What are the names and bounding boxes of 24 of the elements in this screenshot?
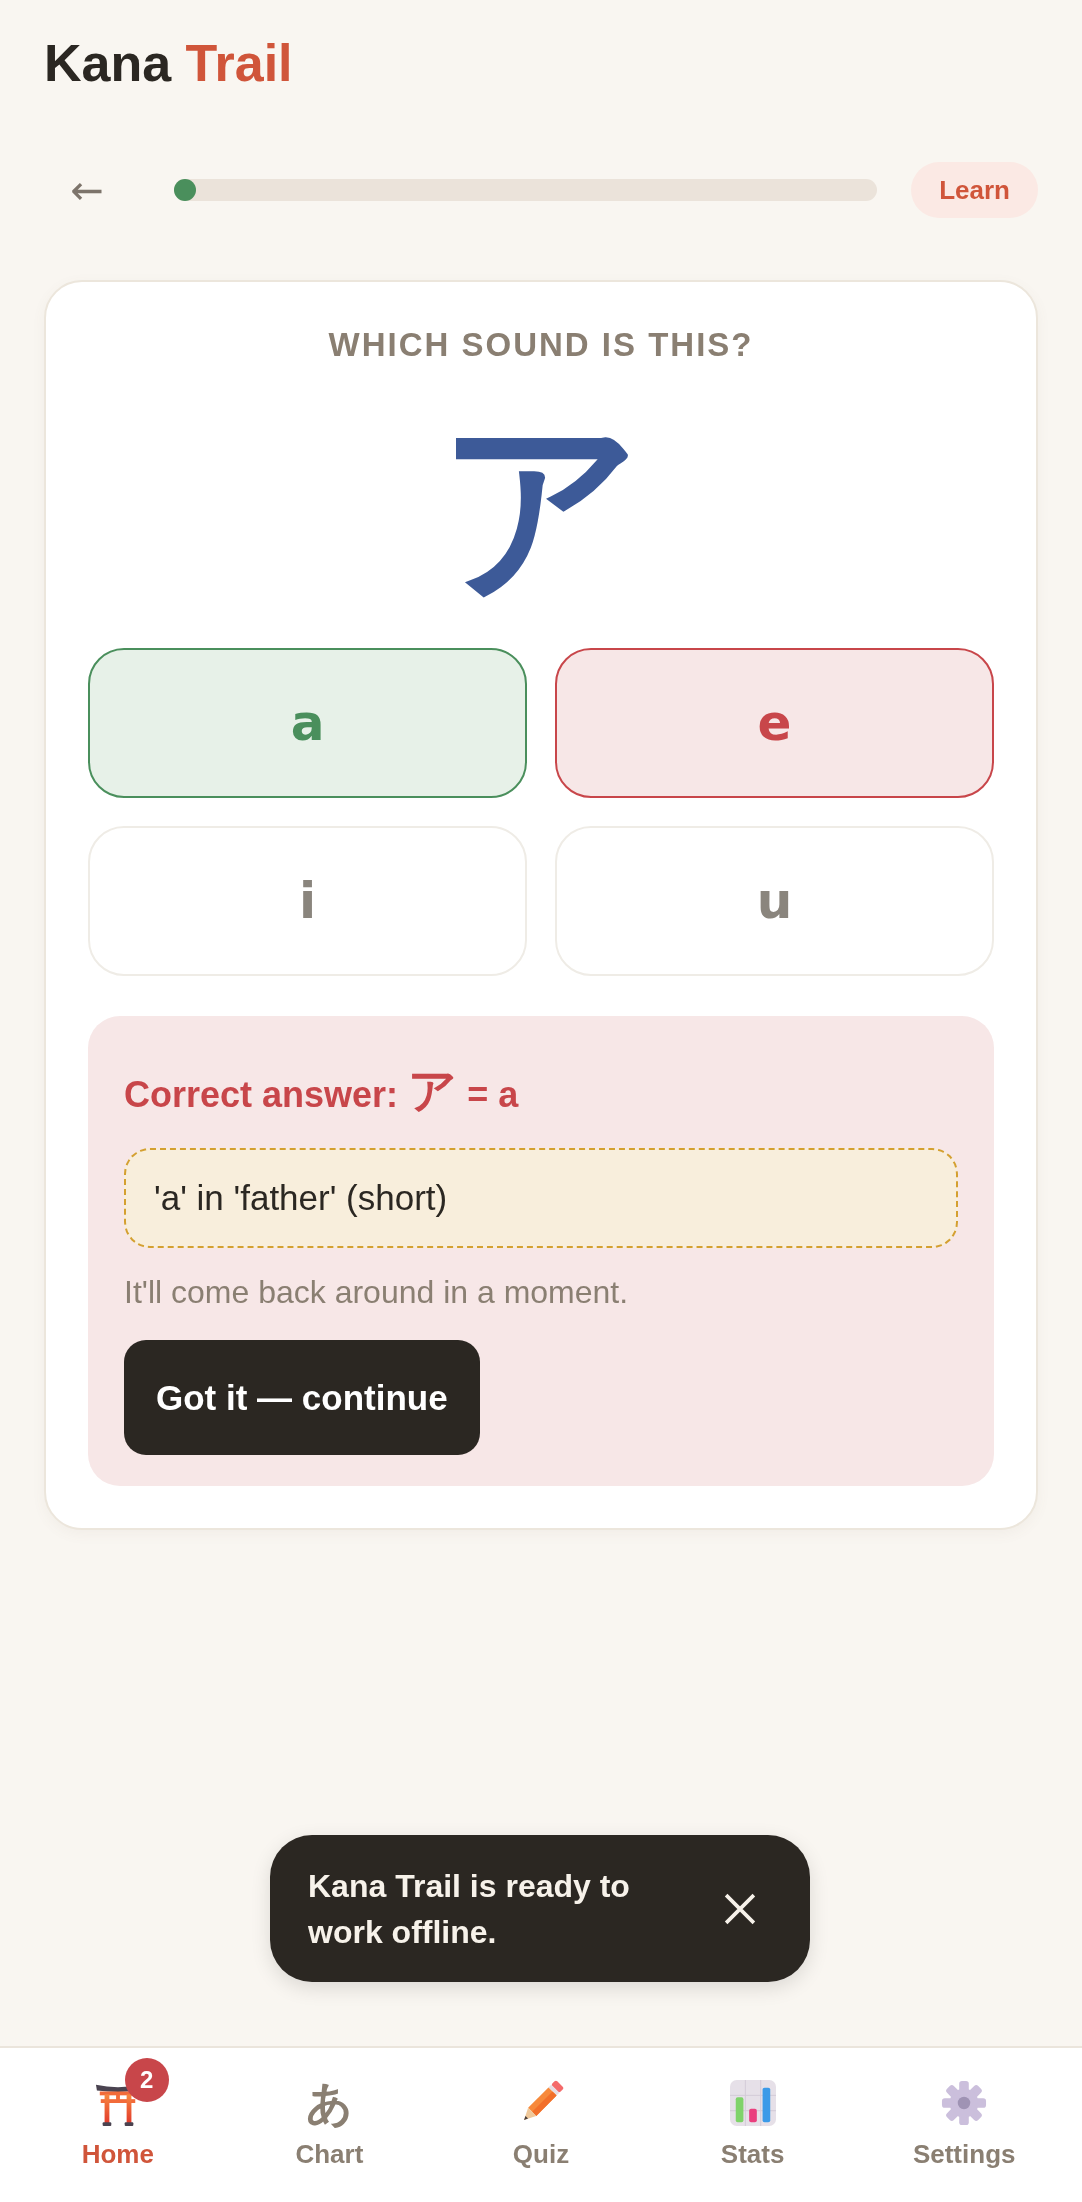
hiragana-glyph-icon: あ — [305, 2078, 353, 2128]
toast-message: Kana Trail is ready to work offline. — [308, 1866, 631, 1952]
answer-option[interactable]: u — [555, 826, 994, 977]
close-icon — [724, 1892, 756, 1925]
correct-answer-heading: Correct answer: ア = a — [124, 1064, 519, 1120]
notification-badge: 2 — [124, 2058, 169, 2102]
answer-option[interactable]: e — [555, 648, 994, 799]
answer-option[interactable]: i — [88, 826, 527, 977]
bar-chart-icon — [729, 2080, 776, 2126]
continue-button[interactable]: Got it — continue — [124, 1340, 480, 1456]
gear-icon — [941, 2080, 988, 2126]
question-prompt: WHICH SOUND IS THIS? — [327, 326, 755, 365]
mode-toggle[interactable]: Learn — [911, 162, 1038, 219]
app-title: Kana Trail — [44, 33, 293, 94]
nav-tab[interactable]: Settings — [858, 2048, 1070, 2202]
answer-option[interactable]: a — [88, 648, 527, 799]
retry-note: It'll come back around in a moment. — [124, 1273, 629, 1313]
nav-tab[interactable]: Stats — [646, 2048, 859, 2202]
kana-character: ア — [438, 408, 644, 609]
nav-tab[interactable]: あ Chart — [223, 2048, 436, 2202]
nav-tab[interactable]: 2 Home — [12, 2048, 224, 2202]
nav-tab[interactable]: Quiz — [435, 2048, 647, 2202]
back-button[interactable]: ← — [62, 170, 112, 211]
mnemonic-hint: 'a' in 'father' (short) — [124, 1148, 958, 1249]
